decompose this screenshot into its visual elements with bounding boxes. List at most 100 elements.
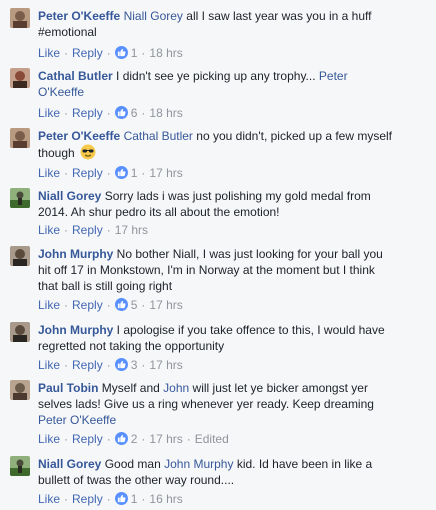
separator: · (64, 298, 69, 312)
mention-link[interactable]: Cathal Butler (124, 129, 193, 143)
timestamp[interactable]: 18 hrs (149, 106, 182, 120)
reply-link[interactable]: Reply (72, 106, 103, 120)
avatar[interactable] (10, 246, 30, 266)
separator: · (64, 46, 69, 60)
separator: · (64, 492, 69, 506)
separator: · (106, 223, 111, 237)
like-count[interactable]: 5 (131, 298, 138, 312)
avatar[interactable] (10, 8, 30, 28)
reply-link[interactable]: Reply (72, 223, 103, 237)
like-count[interactable]: 1 (131, 492, 138, 506)
avatar[interactable] (10, 128, 30, 148)
separator: · (106, 298, 111, 312)
like-count[interactable]: 6 (131, 106, 138, 120)
comment-actions: Like · Reply · 17 hrs (38, 223, 148, 237)
mention-link[interactable]: Niall Gorey (124, 9, 183, 23)
comment-actions: Like · Reply · 1 · 17 hrs (38, 166, 183, 180)
like-link[interactable]: Like (38, 432, 60, 446)
reply-link[interactable]: Reply (72, 46, 103, 60)
comment-body: Cathal Butler I didn't see ye picking up… (38, 68, 394, 100)
avatar[interactable] (10, 456, 30, 476)
timestamp[interactable]: 17 hrs (149, 298, 182, 312)
mention-link[interactable]: John Murphy (164, 457, 233, 471)
separator: · (141, 46, 146, 60)
like-link[interactable]: Like (38, 166, 60, 180)
separator: · (64, 106, 69, 120)
avatar[interactable] (10, 380, 30, 400)
reply-link[interactable]: Reply (72, 298, 103, 312)
comment-body: John Murphy I apologise if you take offe… (38, 322, 394, 354)
comment-actions: Like · Reply · 5 · 17 hrs (38, 298, 183, 312)
separator: · (64, 358, 69, 372)
avatar[interactable] (10, 322, 30, 342)
comment-author[interactable]: Peter O'Keeffe (38, 129, 120, 143)
timestamp[interactable]: 16 hrs (149, 492, 182, 506)
like-count-icon[interactable] (114, 166, 128, 179)
like-count-icon[interactable] (114, 298, 128, 311)
avatar[interactable] (10, 68, 30, 88)
reply-link[interactable]: Reply (72, 432, 103, 446)
comment-actions: Like · Reply · 1 · 18 hrs (38, 46, 183, 60)
like-count-icon[interactable] (114, 46, 128, 59)
comment-body: Niall Gorey Sorry lads i was just polish… (38, 188, 394, 220)
timestamp[interactable]: 17 hrs (149, 432, 182, 446)
timestamp[interactable]: 17 hrs (115, 223, 148, 237)
separator: · (106, 106, 111, 120)
reply-link[interactable]: Reply (72, 492, 103, 506)
timestamp[interactable]: 18 hrs (149, 46, 182, 60)
comment-author[interactable]: John Murphy (38, 247, 113, 261)
comment-text-prefix: Good man (104, 457, 161, 471)
comment-author[interactable]: John Murphy (38, 323, 113, 337)
reply-link[interactable]: Reply (72, 358, 103, 372)
comment-text: I didn't see ye picking up any trophy... (116, 69, 316, 83)
separator: · (141, 358, 146, 372)
comment-body: Peter O'Keeffe Niall Gorey all I saw las… (38, 8, 394, 40)
like-link[interactable]: Like (38, 46, 60, 60)
comment-author[interactable]: Niall Gorey (38, 457, 101, 471)
comment-author[interactable]: Cathal Butler (38, 69, 113, 83)
comment-actions: Like · Reply · 2 · 17 hrs · Edited (38, 432, 229, 446)
like-link[interactable]: Like (38, 223, 60, 237)
mention-link[interactable]: Peter O'Keeffe (38, 413, 116, 427)
timestamp[interactable]: 17 hrs (149, 166, 182, 180)
separator: · (106, 492, 111, 506)
like-link[interactable]: Like (38, 106, 60, 120)
reply-link[interactable]: Reply (72, 166, 103, 180)
timestamp[interactable]: 17 hrs (149, 358, 182, 372)
avatar[interactable] (10, 188, 30, 208)
like-count-icon[interactable] (114, 492, 128, 505)
separator: · (64, 223, 69, 237)
comment-author[interactable]: Niall Gorey (38, 189, 101, 203)
like-count[interactable]: 2 (131, 432, 138, 446)
comment-body: John Murphy No bother Niall, I was just … (38, 246, 394, 294)
separator: · (186, 432, 191, 446)
like-count-icon[interactable] (114, 432, 128, 445)
like-count-icon[interactable] (114, 358, 128, 371)
like-link[interactable]: Like (38, 298, 60, 312)
separator: · (141, 166, 146, 180)
edited-label[interactable]: Edited (195, 432, 229, 446)
sunglasses-emoji-icon (80, 144, 96, 160)
like-link[interactable]: Like (38, 492, 60, 506)
comment-text-prefix: Myself and (101, 381, 160, 395)
like-link[interactable]: Like (38, 358, 60, 372)
separator: · (141, 106, 146, 120)
comment-body: Paul Tobin Myself and John will just let… (38, 380, 394, 428)
separator: · (141, 492, 146, 506)
separator: · (106, 432, 111, 446)
like-count[interactable]: 1 (131, 166, 138, 180)
comment-actions: Like · Reply · 1 · 16 hrs (38, 492, 183, 506)
like-count-icon[interactable] (114, 106, 128, 119)
separator: · (64, 166, 69, 180)
comment-body: Niall Gorey Good man John Murphy kid. Id… (38, 456, 394, 488)
separator: · (106, 166, 111, 180)
like-count[interactable]: 3 (131, 358, 138, 372)
mention-link[interactable]: John (163, 381, 189, 395)
separator: · (141, 432, 146, 446)
like-count[interactable]: 1 (131, 46, 138, 60)
comment-author[interactable]: Paul Tobin (38, 381, 98, 395)
comment-author[interactable]: Peter O'Keeffe (38, 9, 120, 23)
comment-thread: Peter O'Keeffe Niall Gorey all I saw las… (0, 0, 436, 510)
separator: · (141, 298, 146, 312)
separator: · (106, 46, 111, 60)
